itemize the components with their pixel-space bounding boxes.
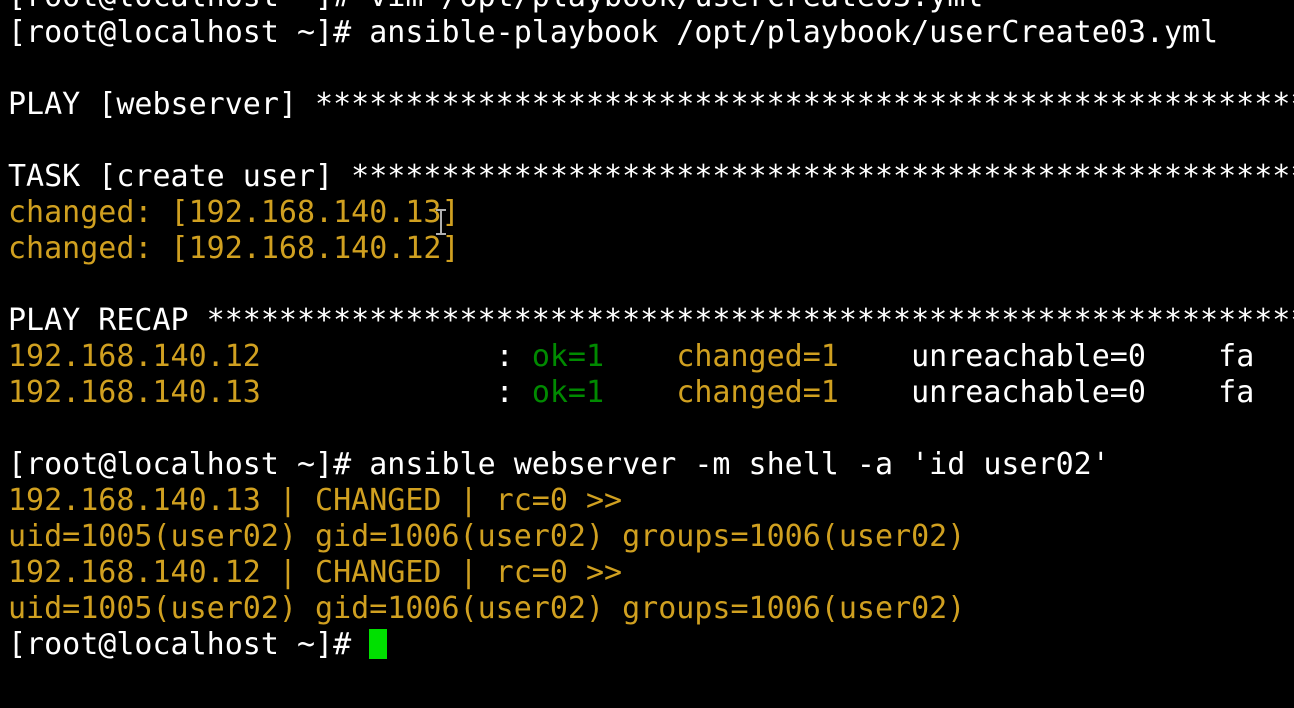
terminal-line: 192.168.140.12 | CHANGED | rc=0 >> [8, 555, 1294, 591]
terminal-text-segment: unreachable=0 fa [838, 375, 1255, 410]
terminal-text-segment: PLAY RECAP *****************************… [8, 303, 1294, 338]
terminal-text-segment: changed: [192.168.140.12] [8, 231, 460, 266]
terminal-text-segment: changed: [192.168.140.13] [8, 195, 460, 230]
terminal-text-segment: 192.168.140.13 | CHANGED | rc=0 >> [8, 483, 623, 518]
terminal-text-segment: [root@localhost ~]# ansible-playbook /op… [8, 15, 1219, 50]
terminal-text-segment: changed=1 [676, 339, 839, 374]
terminal-text-segment: 192.168.140.12 | CHANGED | rc=0 >> [8, 555, 623, 590]
terminal-text-segment: 192.168.140.12 [8, 339, 261, 374]
terminal-text-segment: [root@localhost ~]# vim /opt/playbook/us… [8, 0, 983, 14]
terminal-text-segment: : [260, 375, 532, 410]
terminal-line: [root@localhost ~]# ansible webserver -m… [8, 447, 1294, 483]
terminal-text-segment: changed=1 [676, 375, 839, 410]
terminal-line: PLAY RECAP *****************************… [8, 303, 1294, 339]
terminal-line: 192.168.140.13 | CHANGED | rc=0 >> [8, 483, 1294, 519]
terminal-text-segment: [root@localhost ~]# [8, 627, 370, 662]
terminal-line: [root@localhost ~]# ansible-playbook /op… [8, 15, 1294, 51]
terminal-window[interactable]: [root@localhost ~]# vim /opt/playbook/us… [0, 0, 1294, 708]
terminal-text-segment: uid=1005(user02) gid=1006(user02) groups… [8, 591, 966, 626]
terminal-line: changed: [192.168.140.13] [8, 195, 1294, 231]
terminal-text-segment: unreachable=0 fa [838, 339, 1255, 374]
terminal-line: 192.168.140.12 : ok=1 changed=1 unreacha… [8, 339, 1294, 375]
terminal-text-segment: ok=1 [531, 375, 605, 410]
terminal-line: [root@localhost ~]# [8, 627, 1294, 663]
terminal-line: [root@localhost ~]# vim /opt/playbook/us… [8, 0, 1294, 15]
terminal-line: 192.168.140.13 : ok=1 changed=1 unreacha… [8, 375, 1294, 411]
terminal-text-segment: uid=1005(user02) gid=1006(user02) groups… [8, 519, 966, 554]
terminal-cursor [369, 629, 388, 659]
terminal-text-segment: TASK [create user] *********************… [8, 159, 1294, 194]
terminal-line: changed: [192.168.140.12] [8, 231, 1294, 267]
terminal-text-segment: : [260, 339, 532, 374]
terminal-text-segment: PLAY [webserver] ***********************… [8, 87, 1294, 122]
terminal-line: TASK [create user] *********************… [8, 159, 1294, 195]
terminal-line: PLAY [webserver] ***********************… [8, 87, 1294, 123]
terminal-text-segment: 192.168.140.13 [8, 375, 261, 410]
terminal-text-segment: [root@localhost ~]# ansible webserver -m… [8, 447, 1110, 482]
terminal-line: uid=1005(user02) gid=1006(user02) groups… [8, 591, 1294, 627]
terminal-output[interactable]: [root@localhost ~]# vim /opt/playbook/us… [8, 0, 1294, 663]
terminal-line: uid=1005(user02) gid=1006(user02) groups… [8, 519, 1294, 555]
terminal-text-segment: ok=1 [531, 339, 605, 374]
